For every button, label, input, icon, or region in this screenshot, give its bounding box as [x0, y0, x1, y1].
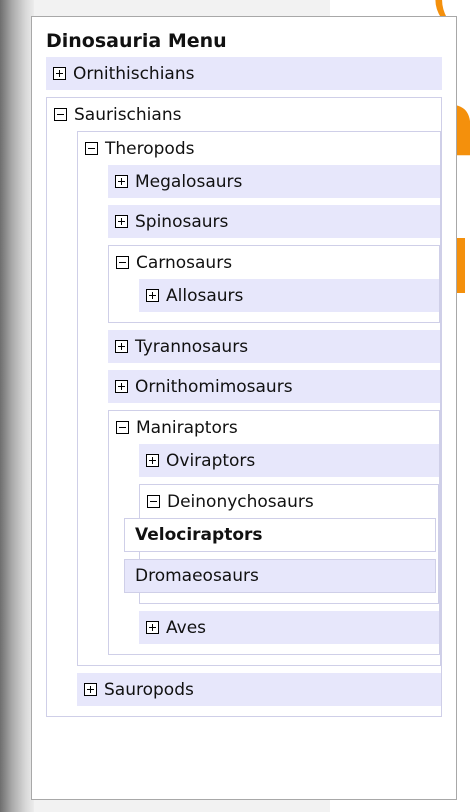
- menu-item-ornithischians[interactable]: Ornithischians: [46, 57, 442, 90]
- menu-label-allosaurs: Allosaurs: [166, 285, 244, 306]
- menu-row-tyrannosaurs[interactable]: Tyrannosaurs: [108, 330, 440, 363]
- menu-row-allosaurs[interactable]: Allosaurs: [139, 279, 439, 312]
- expand-plus-icon[interactable]: [84, 683, 97, 696]
- deinonychosaurs-children: Velociraptors Dromaeosaurs: [124, 518, 438, 593]
- collapse-minus-icon[interactable]: [147, 495, 160, 508]
- expand-plus-icon[interactable]: [146, 454, 159, 467]
- menu-item-carnosaurs[interactable]: Carnosaurs Allosaurs: [108, 245, 440, 323]
- menu-label-ornithischians: Ornithischians: [73, 63, 195, 84]
- menu-item-velociraptors[interactable]: Velociraptors: [124, 518, 436, 552]
- menu-item-maniraptors[interactable]: Maniraptors Oviraptors Deinonychosaurs V…: [108, 410, 440, 655]
- menu-item-deinonychosaurs[interactable]: Deinonychosaurs Velociraptors Dromaeosau…: [124, 484, 439, 604]
- menu-row-ornithischians[interactable]: Ornithischians: [46, 57, 442, 90]
- menu-item-dromaeosaurs[interactable]: Dromaeosaurs: [124, 559, 436, 593]
- theropods-children: Megalosaurs Spinosaurs Carnosaurs Allosa…: [78, 165, 440, 655]
- menu-row-deinonychosaurs[interactable]: Deinonychosaurs: [140, 485, 438, 518]
- collapse-minus-icon[interactable]: [85, 142, 98, 155]
- carnosaurs-children: Allosaurs: [109, 279, 439, 312]
- dinosauria-menu-panel: Dinosauria Menu Ornithischians Saurischi…: [31, 16, 457, 800]
- menu-row-ornithomimosaurs[interactable]: Ornithomimosaurs: [108, 370, 440, 403]
- menu-label-ornithomimosaurs: Ornithomimosaurs: [135, 376, 293, 397]
- menu-row-maniraptors[interactable]: Maniraptors: [109, 411, 439, 444]
- menu-label-sauropods: Sauropods: [104, 679, 194, 700]
- menu-label-megalosaurs: Megalosaurs: [135, 171, 243, 192]
- expand-plus-icon[interactable]: [115, 340, 128, 353]
- menu-title: Dinosauria Menu: [46, 30, 227, 52]
- menu-row-carnosaurs[interactable]: Carnosaurs: [109, 246, 439, 279]
- menu-item-theropods[interactable]: Theropods Megalosaurs Spinosaurs Carnosa…: [77, 131, 441, 666]
- menu-item-spinosaurs[interactable]: Spinosaurs: [108, 205, 440, 238]
- menu-label-theropods: Theropods: [105, 138, 195, 159]
- expand-plus-icon[interactable]: [146, 289, 159, 302]
- menu-row-saurischians[interactable]: Saurischians: [47, 98, 441, 131]
- menu-label-maniraptors: Maniraptors: [136, 417, 238, 438]
- menu-item-ornithomimosaurs[interactable]: Ornithomimosaurs: [108, 370, 440, 403]
- menu-item-megalosaurs[interactable]: Megalosaurs: [108, 165, 440, 198]
- collapse-minus-icon[interactable]: [54, 108, 67, 121]
- maniraptors-children: Oviraptors Deinonychosaurs Velociraptors…: [109, 444, 439, 644]
- menu-row-spinosaurs[interactable]: Spinosaurs: [108, 205, 440, 238]
- menu-label-oviraptors: Oviraptors: [166, 450, 256, 471]
- collapse-minus-icon[interactable]: [116, 256, 129, 269]
- menu-label-dromaeosaurs: Dromaeosaurs: [135, 566, 259, 586]
- menu-row-theropods[interactable]: Theropods: [78, 132, 440, 165]
- menu-label-tyrannosaurs: Tyrannosaurs: [135, 336, 249, 357]
- menu-row-aves[interactable]: Aves: [139, 611, 439, 644]
- menu-label-velociraptors: Velociraptors: [135, 525, 263, 545]
- background-slide-left: [0, 0, 34, 812]
- menu-row-megalosaurs[interactable]: Megalosaurs: [108, 165, 440, 198]
- menu-row-oviraptors[interactable]: Oviraptors: [139, 444, 439, 477]
- menu-item-saurischians[interactable]: Saurischians Theropods Megalosaurs Spino…: [46, 97, 442, 717]
- saurischians-children: Theropods Megalosaurs Spinosaurs Carnosa…: [47, 131, 441, 706]
- menu-row-sauropods[interactable]: Sauropods: [77, 673, 441, 706]
- expand-plus-icon[interactable]: [115, 175, 128, 188]
- menu-label-deinonychosaurs: Deinonychosaurs: [167, 491, 314, 512]
- menu-item-oviraptors[interactable]: Oviraptors: [139, 444, 439, 477]
- menu-label-carnosaurs: Carnosaurs: [136, 252, 233, 273]
- menu-item-aves[interactable]: Aves: [139, 611, 439, 644]
- menu-item-allosaurs[interactable]: Allosaurs: [139, 279, 439, 312]
- expand-plus-icon[interactable]: [115, 215, 128, 228]
- collapse-minus-icon[interactable]: [116, 421, 129, 434]
- menu-label-aves: Aves: [166, 617, 207, 638]
- menu-item-tyrannosaurs[interactable]: Tyrannosaurs: [108, 330, 440, 363]
- menu-label-spinosaurs: Spinosaurs: [135, 211, 229, 232]
- expand-plus-icon[interactable]: [115, 380, 128, 393]
- expand-plus-icon[interactable]: [53, 67, 66, 80]
- menu-item-sauropods[interactable]: Sauropods: [77, 673, 441, 706]
- expand-plus-icon[interactable]: [146, 621, 159, 634]
- menu-label-saurischians: Saurischians: [74, 104, 182, 125]
